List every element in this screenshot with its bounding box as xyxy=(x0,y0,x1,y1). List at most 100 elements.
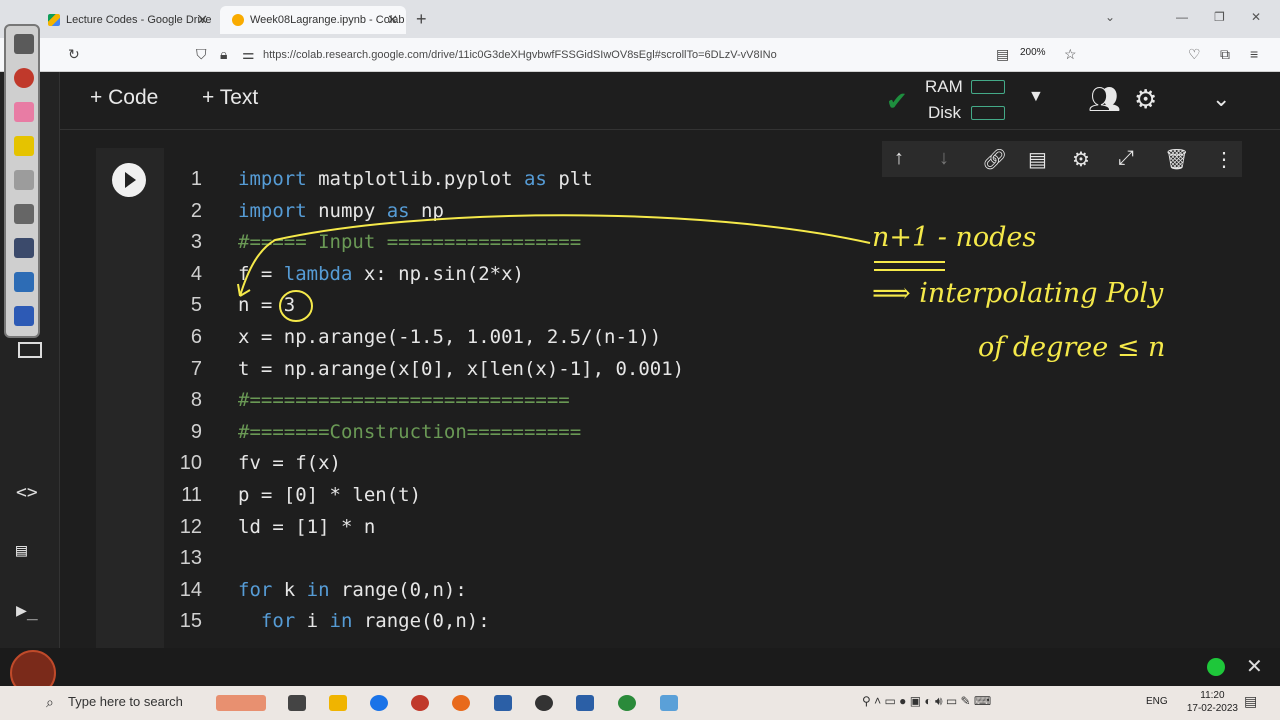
tab-list-chevron-icon[interactable]: ⌄ xyxy=(1105,10,1115,24)
bookmark-star-icon[interactable]: ☆ xyxy=(1064,46,1077,63)
code-comment: #============================ xyxy=(238,389,570,411)
zoom-level[interactable]: 200% xyxy=(1020,47,1046,58)
line-number: 6 xyxy=(190,326,202,348)
browser-tab-bar: Lecture Codes - Google Drive ✕ Week08Lag… xyxy=(0,0,1280,38)
word-icon[interactable] xyxy=(494,695,512,711)
whiteboard-icon[interactable] xyxy=(14,306,34,326)
move-up-icon[interactable]: ↑ xyxy=(894,147,904,170)
line-number: 4 xyxy=(190,263,202,285)
connected-check-icon: ✔ xyxy=(886,86,908,116)
keyword: for xyxy=(238,610,296,632)
highlighter-icon[interactable] xyxy=(14,136,34,156)
line-number: 14 xyxy=(179,579,202,601)
tab-title: Week08Lagrange.ipynb - Colab xyxy=(250,14,405,26)
move-down-icon[interactable]: ↓ xyxy=(939,147,949,170)
code-line: p = [0] * len(t) xyxy=(238,484,422,506)
more-options-icon[interactable]: ⋮ xyxy=(1214,147,1234,172)
pocket-icon[interactable]: ♡ xyxy=(1188,46,1201,63)
taskbar-search-input[interactable]: Type here to search xyxy=(68,694,183,709)
zoom-tool-icon[interactable] xyxy=(14,170,34,190)
line-number: 2 xyxy=(190,200,202,222)
cell-settings-icon[interactable]: ⚙ xyxy=(1072,147,1090,172)
add-text-label: Text xyxy=(219,86,259,109)
pencil-tool-icon[interactable] xyxy=(14,34,34,54)
status-green-dot-icon xyxy=(1207,658,1225,676)
eraser-icon[interactable] xyxy=(14,102,34,122)
code-line: t = np.arange(x[0], x[len(x)-1], 0.001) xyxy=(238,358,685,380)
mirror-cell-icon[interactable]: ⤢ xyxy=(1118,147,1134,170)
snipping-tool-icon[interactable] xyxy=(660,695,678,711)
code-line: for k in range(0,n): xyxy=(238,579,467,601)
restore-button[interactable]: ❐ xyxy=(1214,10,1225,24)
reader-view-icon[interactable]: ▤ xyxy=(996,46,1009,63)
task-view-icon[interactable] xyxy=(288,695,306,711)
brush-icon[interactable] xyxy=(14,204,34,224)
collapse-chevron-icon[interactable]: ⌄ xyxy=(1212,86,1230,112)
minimize-button[interactable]: — xyxy=(1176,10,1188,24)
keyword: in xyxy=(306,579,330,601)
word-icon[interactable] xyxy=(576,695,594,711)
notification-icon[interactable]: ▤ xyxy=(1244,693,1257,710)
obs-icon[interactable] xyxy=(535,695,553,711)
url-field[interactable]: https://colab.research.google.com/drive/… xyxy=(0,43,800,67)
line-tool-icon[interactable] xyxy=(14,238,34,258)
share-people-icon[interactable]: 👥︎ xyxy=(1088,84,1121,115)
window-icon[interactable] xyxy=(18,342,42,358)
keyword: as xyxy=(523,168,547,190)
red-pen-icon[interactable] xyxy=(14,68,34,88)
code-text: range(0,n): xyxy=(352,610,490,632)
firefox-icon[interactable] xyxy=(452,695,470,711)
settings-gear-icon[interactable]: ⚙ xyxy=(1134,84,1157,115)
comment-icon[interactable]: ▤ xyxy=(1028,147,1047,172)
terminal-icon[interactable]: ▶_ xyxy=(16,600,38,621)
add-code-button[interactable]: + Code xyxy=(90,86,158,110)
keyword: lambda xyxy=(283,263,353,285)
command-palette-icon[interactable]: ▤ xyxy=(16,540,27,561)
close-tab-icon[interactable]: ✕ xyxy=(197,12,208,28)
file-explorer-icon[interactable] xyxy=(329,695,347,711)
chrome-icon[interactable] xyxy=(618,695,636,711)
run-cell-button[interactable] xyxy=(112,163,146,197)
line-number: 10 xyxy=(179,452,202,474)
runtime-dropdown-icon[interactable]: ▼ xyxy=(1028,88,1044,106)
code-editor[interactable]: 1 2 3 4 5 6 7 8 9 10 11 12 13 14 15 impo… xyxy=(164,148,1252,648)
code-line: f = lambda x: np.sin(2*x) xyxy=(238,263,524,285)
line-number: 9 xyxy=(190,421,202,443)
line-number: 8 xyxy=(190,389,202,411)
search-icon[interactable]: ⌕ xyxy=(46,694,54,711)
add-code-label: Code xyxy=(108,86,159,109)
tab-google-drive[interactable]: Lecture Codes - Google Drive ✕ xyxy=(36,6,216,34)
delete-icon[interactable]: 🗑︎ xyxy=(1164,147,1189,172)
keyword: import xyxy=(238,200,307,222)
extensions-icon[interactable]: ⧉ xyxy=(1220,46,1230,63)
annotation-toolbox xyxy=(4,24,40,338)
handwritten-polynomial-note: ⟹ interpolating Poly xyxy=(872,278,1164,309)
code-line: x = np.arange(-1.5, 1.001, 2.5/(n-1)) xyxy=(238,326,662,348)
close-icon[interactable]: ✕ xyxy=(1246,654,1263,679)
windows-taskbar: ⌕ Type here to search ⚲ ˄ ▭ ● ▣ ◐ 🔊︎ ▭ ✎… xyxy=(0,686,1280,720)
line-number: 12 xyxy=(179,516,202,538)
close-window-button[interactable]: ✕ xyxy=(1251,10,1261,24)
notebook-toolbar: + Code + Text ✔ RAM Disk ▼ 👥︎ ⚙ ⌄ xyxy=(60,72,1280,130)
tab-colab[interactable]: Week08Lagrange.ipynb - Colab ✕ xyxy=(220,6,406,34)
language-indicator[interactable]: ENG xyxy=(1146,696,1168,707)
tray-icons[interactable]: ⚲ ˄ ▭ ● ▣ ◐ 🔊︎ ▭ ✎ ⌨ xyxy=(862,694,991,709)
line-number: 11 xyxy=(181,484,202,506)
link-icon[interactable]: 🔗︎ xyxy=(982,147,1007,172)
disk-meter[interactable] xyxy=(971,106,1005,120)
new-tab-button[interactable]: + xyxy=(416,9,427,30)
code-line: ld = [1] * n xyxy=(238,516,376,538)
code-snippets-icon[interactable]: <> xyxy=(16,482,38,503)
url-text: https://colab.research.google.com/drive/… xyxy=(263,49,777,61)
disk-label: Disk xyxy=(928,103,962,122)
ram-meter[interactable] xyxy=(971,80,1005,94)
screen-capture-icon[interactable] xyxy=(14,272,34,292)
menu-icon[interactable]: ≡ xyxy=(1250,46,1258,62)
taskbar-clock[interactable]: 11:20 17-02-2023 xyxy=(1187,689,1238,715)
powerpoint-icon[interactable] xyxy=(411,695,429,711)
chrome-icon[interactable] xyxy=(370,695,388,711)
close-tab-icon[interactable]: ✕ xyxy=(387,12,398,28)
line-number: 1 xyxy=(190,168,202,190)
line-number: 7 xyxy=(190,358,202,380)
add-text-button[interactable]: + Text xyxy=(202,86,258,110)
